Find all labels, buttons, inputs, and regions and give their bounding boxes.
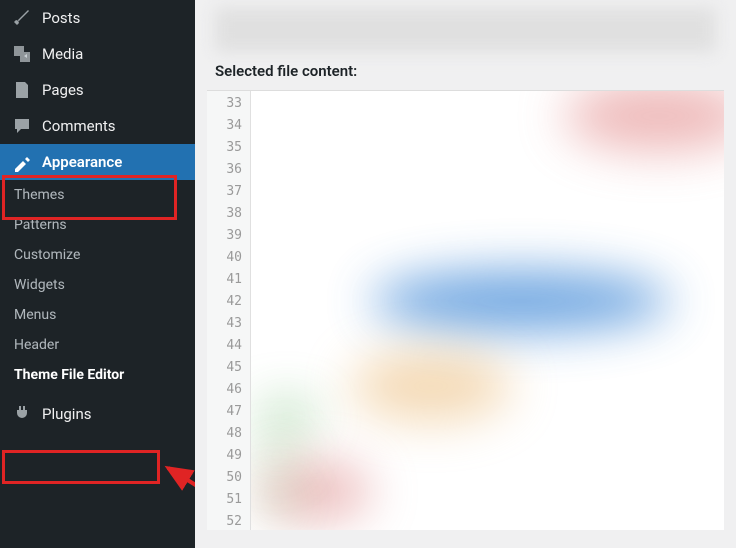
sidebar-item-label: Pages [42,81,84,99]
line-number: 34 [207,115,242,137]
line-number: 36 [207,159,242,181]
pushpin-icon [12,8,32,28]
code-content-blurred[interactable] [251,91,724,530]
sidebar-item-pages[interactable]: Pages [0,72,195,108]
line-number: 45 [207,357,242,379]
sidebar-item-posts[interactable]: Posts [0,0,195,36]
line-number: 50 [207,467,242,489]
appearance-icon [12,152,32,172]
sidebar-item-label: Posts [42,9,80,27]
sidebar-item-label: Media [42,45,83,63]
submenu-item-widgets[interactable]: Widgets [0,270,195,300]
code-editor[interactable]: 3334353637383940414243444546474849505152 [207,90,724,530]
line-number: 33 [207,93,242,115]
sidebar-item-label: Comments [42,117,116,135]
content-area: Selected file content: 33343536373839404… [195,0,736,548]
submenu-item-menus[interactable]: Menus [0,300,195,330]
line-number: 46 [207,379,242,401]
line-number: 40 [207,247,242,269]
pages-icon [12,80,32,100]
plugins-icon [12,404,32,424]
comments-icon [12,116,32,136]
blurred-heading [215,8,716,52]
sidebar-item-plugins[interactable]: Plugins [0,396,195,432]
line-number: 39 [207,225,242,247]
line-number: 35 [207,137,242,159]
line-number: 42 [207,291,242,313]
line-number: 47 [207,401,242,423]
selected-file-label: Selected file content: [215,62,716,80]
submenu-item-theme-file-editor[interactable]: Theme File Editor [0,360,195,390]
line-number: 51 [207,489,242,511]
line-number: 52 [207,511,242,533]
line-number-gutter: 3334353637383940414243444546474849505152 [207,91,251,530]
submenu-item-patterns[interactable]: Patterns [0,210,195,240]
sidebar-item-media[interactable]: Media [0,36,195,72]
sidebar-item-label: Appearance [42,153,122,171]
line-number: 48 [207,423,242,445]
line-number: 43 [207,313,242,335]
sidebar-item-label: Plugins [42,405,91,423]
line-number: 41 [207,269,242,291]
media-icon [12,44,32,64]
line-number: 49 [207,445,242,467]
line-number: 44 [207,335,242,357]
admin-sidebar: Posts Media Pages Comments Appearance Th… [0,0,195,548]
submenu-item-themes[interactable]: Themes [0,180,195,210]
sidebar-item-comments[interactable]: Comments [0,108,195,144]
sidebar-item-appearance[interactable]: Appearance [0,144,195,180]
line-number: 38 [207,203,242,225]
line-number: 37 [207,181,242,203]
submenu-item-customize[interactable]: Customize [0,240,195,270]
submenu-item-header[interactable]: Header [0,330,195,360]
